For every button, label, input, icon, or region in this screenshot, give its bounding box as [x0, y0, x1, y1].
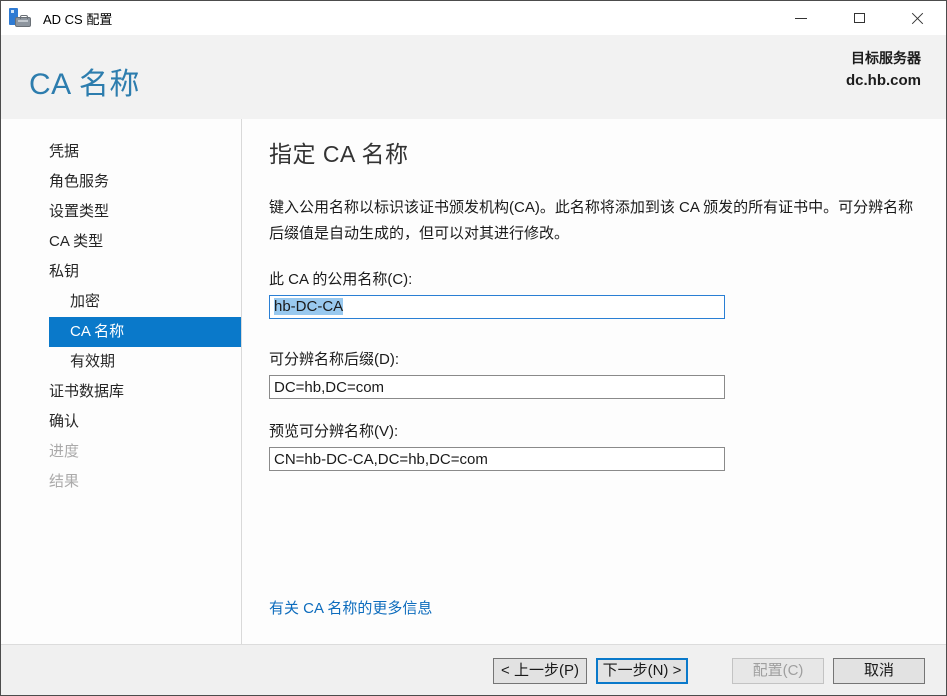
title-bar: AD CS 配置 [1, 1, 946, 35]
next-button[interactable]: 下一步(N) > [596, 658, 688, 684]
target-server-block: 目标服务器 dc.hb.com [846, 47, 921, 93]
sidebar-item-credentials[interactable]: 凭据 [49, 137, 241, 167]
adcs-app-icon [9, 8, 33, 28]
toolbox-icon [15, 15, 31, 27]
dn-preview-label: 预览可分辨名称(V): [269, 423, 399, 440]
sidebar-item-certificate-database[interactable]: 证书数据库 [49, 377, 241, 407]
minimize-button[interactable] [772, 1, 830, 35]
description-text: 键入公用名称以标识该证书颁发机构(CA)。此名称将添加到该 CA 颁发的所有证书… [269, 199, 914, 242]
more-info-link[interactable]: 有关 CA 名称的更多信息 [269, 597, 432, 618]
sidebar-item-ca-type[interactable]: CA 类型 [49, 227, 241, 257]
minimize-icon [795, 17, 807, 19]
configure-button: 配置(C) [732, 658, 824, 684]
sidebar-item-validity-period[interactable]: 有效期 [49, 347, 241, 377]
wizard-footer: < 上一步(P) 下一步(N) > 配置(C) 取消 [1, 644, 946, 695]
sidebar-item-private-key[interactable]: 私钥 [49, 257, 241, 287]
wizard-header: CA 名称 目标服务器 dc.hb.com [1, 35, 946, 119]
sidebar-item-cryptography[interactable]: 加密 [49, 287, 241, 317]
sidebar-item-confirmation[interactable]: 确认 [49, 407, 241, 437]
target-server-label: 目标服务器 [851, 50, 921, 66]
page-title: CA 名称 [29, 68, 140, 101]
dn-suffix-input[interactable] [269, 375, 725, 399]
common-name-input[interactable]: hb-DC-CA [269, 295, 725, 319]
sidebar-item-progress: 进度 [49, 443, 80, 460]
maximize-icon [853, 13, 865, 23]
close-icon [911, 12, 924, 25]
adcs-config-wizard-window: AD CS 配置 CA 名称 目标服务器 dc.hb.com 凭据 角色服务 设… [0, 0, 947, 696]
target-server-value: dc.hb.com [845, 72, 921, 89]
maximize-button[interactable] [830, 1, 888, 35]
dn-preview-input[interactable] [269, 447, 725, 471]
sidebar-item-ca-name[interactable]: CA 名称 [49, 317, 241, 347]
cancel-button[interactable]: 取消 [833, 658, 925, 684]
previous-button[interactable]: < 上一步(P) [493, 658, 587, 684]
common-name-label: 此 CA 的公用名称(C): [269, 271, 413, 288]
sidebar-item-results: 结果 [49, 473, 80, 490]
caption-buttons [772, 1, 946, 35]
sidebar-item-role-services[interactable]: 角色服务 [49, 167, 241, 197]
selected-text: hb-DC-CA [274, 298, 344, 315]
content-heading: 指定 CA 名称 [269, 141, 409, 167]
sidebar-item-setup-type[interactable]: 设置类型 [49, 197, 241, 227]
wizard-body: 凭据 角色服务 设置类型 CA 类型 私钥 加密 CA 名称 有效期 证书数据库… [1, 119, 946, 644]
wizard-steps-sidebar: 凭据 角色服务 设置类型 CA 类型 私钥 加密 CA 名称 有效期 证书数据库… [1, 119, 242, 644]
main-content: 指定 CA 名称 键入公用名称以标识该证书颁发机构(CA)。此名称将添加到该 C… [242, 119, 946, 644]
close-button[interactable] [888, 1, 946, 35]
window-title: AD CS 配置 [43, 11, 113, 27]
dn-suffix-label: 可分辨名称后缀(D): [269, 351, 399, 368]
